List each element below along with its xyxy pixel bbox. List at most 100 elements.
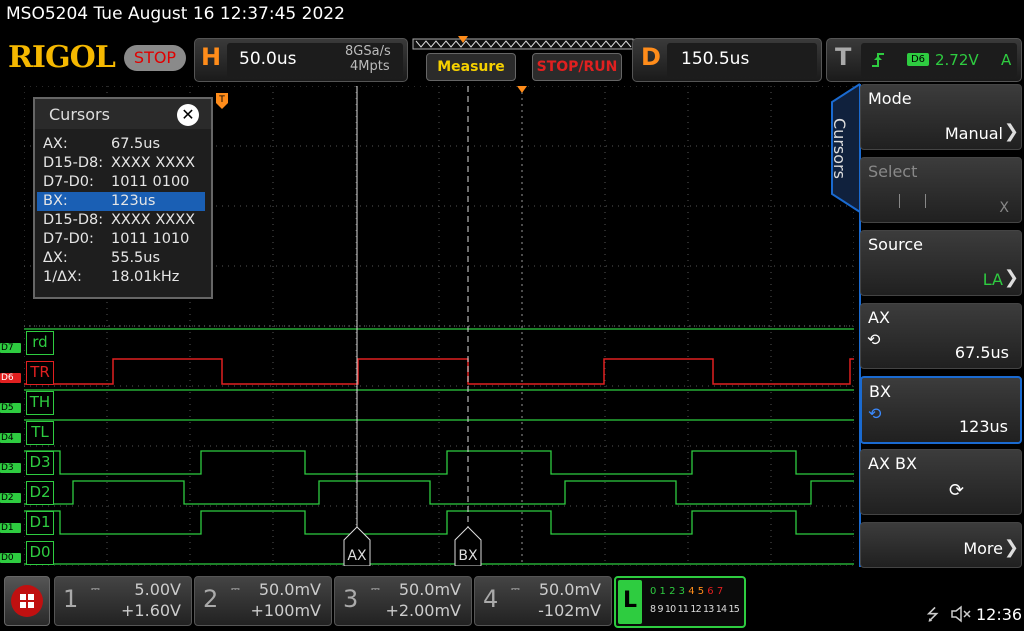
cursor-info-value: 67.5us (111, 136, 161, 152)
speaker-muted-icon[interactable] (950, 605, 972, 623)
cursor-info-key: D7-D0: (43, 231, 94, 247)
logic-bits-red: 6 7 (707, 586, 724, 597)
delay-panel[interactable]: D 150.5us (632, 38, 822, 82)
knob-icon: ⟲ (867, 330, 881, 349)
analog-channel-3[interactable]: 3 50.0mV +2.00mV ⎓ (334, 576, 472, 626)
menu-select[interactable]: Select X (860, 157, 1022, 223)
horizontal-inner: 50.0us 8GSa/s 4Mpts (227, 43, 403, 77)
channel-tag-d2[interactable]: D2 (0, 493, 21, 503)
rigol-logo: RIGOL (8, 40, 116, 75)
memory-depth: 4Mpts (350, 59, 390, 74)
analog-channel-num: 1 (63, 585, 79, 613)
menu-mode[interactable]: Mode Manual ❯ (860, 84, 1022, 150)
knob-icon: ⟲ (868, 404, 882, 423)
close-icon[interactable]: ✕ (177, 104, 199, 126)
cursor-a-label: AX (347, 548, 367, 564)
memory-strip (412, 36, 634, 50)
cursor-info-title: Cursors (49, 105, 110, 124)
clock: 12:36 (976, 605, 1023, 624)
cursor-info-row: AX: 67.5us (37, 135, 205, 154)
logic-channel-panel[interactable]: L 0 1 2 3 4 5 6 7 8 9 10 11 12 13 14 15 (614, 576, 746, 628)
channel-tag-d5[interactable]: D5 (0, 403, 21, 413)
channel-name-d4[interactable]: TL (26, 421, 54, 445)
channel-name-d1[interactable]: D1 (26, 511, 54, 535)
cursor-info-value: 55.5us (111, 250, 161, 266)
knob-icon: ⟳ (949, 480, 965, 501)
sample-rate: 8GSa/s (345, 44, 391, 59)
channel-name-d7[interactable]: rd (26, 331, 54, 355)
analog-channel-offset: +100mV (250, 601, 321, 620)
channel-name-d2[interactable]: D2 (26, 481, 54, 505)
cursor-info-key: D15-D8: (43, 212, 104, 228)
run-state-badge[interactable]: STOP (124, 45, 186, 71)
channel-tag-d1[interactable]: D1 (0, 523, 21, 533)
timebase-value: 50.0us (239, 49, 297, 69)
analog-channel-4[interactable]: 4 50.0mV -102mV ⎓ (474, 576, 612, 626)
menu-source[interactable]: Source LA ❯ (860, 230, 1022, 296)
cursor-info-value: 1011 0100 (111, 174, 190, 190)
menu-mode-label: Mode (868, 89, 912, 108)
menu-bx-value: 123us (958, 417, 1008, 436)
logic-letter: L (618, 580, 642, 624)
measure-button[interactable]: Measure (426, 53, 516, 81)
channel-name-d3[interactable]: D3 (26, 451, 54, 475)
analog-channel-1[interactable]: 1 5.00V +1.60V ⎓ (54, 576, 192, 626)
menu-axbx[interactable]: AX BX ⟳ (860, 449, 1022, 515)
analog-channel-scale: 50.0mV (398, 580, 461, 599)
dc-coupling-icon: ⎓ (511, 582, 520, 595)
channel-name-d0[interactable]: D0 (26, 541, 54, 565)
channel-tag-d0[interactable]: D0 (0, 553, 21, 563)
cursor-info-row: D15-D8: XXXX XXXX (37, 154, 205, 173)
menu-bx[interactable]: BX ⟲ 123us (860, 376, 1022, 444)
analog-channel-offset: +1.60V (121, 601, 181, 620)
logic-bits-green: 0 1 2 3 (650, 586, 685, 597)
analog-channel-offset: +2.00mV (385, 601, 461, 620)
analog-channel-num: 4 (483, 585, 499, 613)
trigger-inner: D6 2.72V A (861, 43, 1017, 77)
analog-channel-scale: 50.0mV (538, 580, 601, 599)
cursor-info-row: D7-D0: 1011 0100 (37, 173, 205, 192)
svg-text:T: T (218, 95, 225, 105)
analog-channel-num: 2 (203, 585, 219, 613)
cursor-info-value: 1011 1010 (111, 231, 190, 247)
menu-ax[interactable]: AX ⟲ 67.5us (860, 303, 1022, 369)
home-menu-button[interactable] (4, 576, 50, 626)
channel-tag-d7[interactable]: D7 (0, 343, 21, 353)
analog-channel-scale: 50.0mV (258, 580, 321, 599)
horizontal-panel[interactable]: H 50.0us 8GSa/s 4Mpts (194, 38, 408, 82)
channel-tag-d4[interactable]: D4 (0, 433, 21, 443)
cursor-info-panel: Cursors ✕ AX: 67.5us D15-D8: XXXX XXXX D7-D0… (33, 97, 213, 299)
delay-reference-marker (517, 86, 527, 93)
trigger-level: 2.72V (935, 51, 979, 69)
trigger-panel[interactable]: T D6 2.72V A (826, 38, 1022, 82)
channel-name-d5[interactable]: TH (26, 391, 54, 415)
menu-axbx-label: AX BX (868, 454, 917, 473)
analog-channel-num: 3 (343, 585, 359, 613)
delay-letter: D (641, 43, 661, 71)
menu-more-label: More (963, 539, 1003, 558)
chevron-right-icon: ❯ (1003, 121, 1019, 142)
trigger-letter: T (835, 43, 852, 71)
cursor-info-key: 1/ΔX: (43, 269, 82, 285)
dc-coupling-icon: ⎓ (231, 582, 240, 595)
cursor-info-row: D7-D0: 1011 1010 (37, 230, 205, 249)
channel-tag-d6[interactable]: D6 (0, 373, 21, 383)
trigger-marker: T (216, 93, 228, 109)
analog-channel-2[interactable]: 2 50.0mV +100mV ⎓ (194, 576, 332, 626)
menu-more[interactable]: More ❯ (860, 522, 1022, 568)
cursor-info-value: 123us (111, 193, 156, 209)
usb-icon: ⭍ (926, 605, 940, 624)
analog-channel-scale: 5.00V (134, 580, 181, 599)
menu-ax-value: 67.5us (954, 343, 1009, 362)
cursor-info-key: BX: (43, 193, 68, 209)
horizontal-letter: H (201, 43, 222, 71)
menu-select-label: Select (868, 162, 918, 181)
cursor-info-value: 18.01kHz (111, 269, 180, 285)
channel-tag-d3[interactable]: D3 (0, 463, 21, 473)
instrument-title: MSO5204 Tue August 16 12:37:45 2022 (6, 4, 345, 24)
delay-value: 150.5us (681, 49, 750, 69)
channel-name-d6[interactable]: TR (26, 361, 54, 385)
stop-run-button[interactable]: STOP/RUN (532, 53, 622, 81)
cursor-info-key: D7-D0: (43, 174, 94, 190)
trigger-mode: A (1001, 51, 1012, 69)
